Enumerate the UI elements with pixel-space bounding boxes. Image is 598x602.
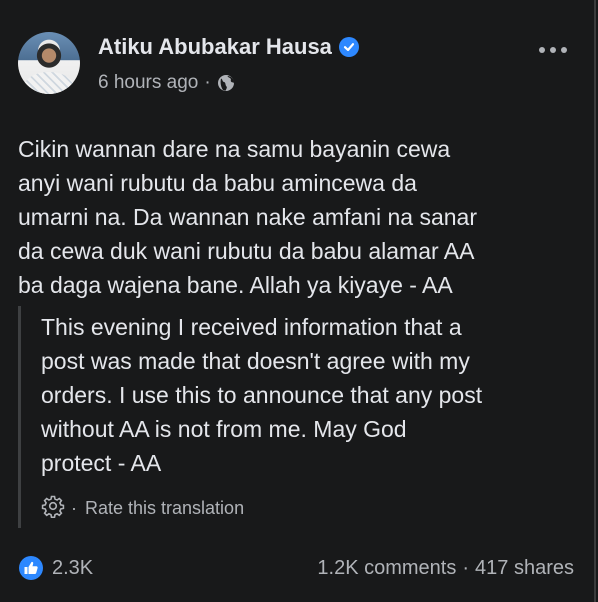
post-meta: 6 hours ago · [98, 72, 235, 94]
reaction-count[interactable]: 2.3K [52, 557, 93, 580]
comments-count[interactable]: 1.2K comments [317, 557, 456, 579]
like-icon[interactable] [19, 556, 43, 580]
shares-count[interactable]: 417 shares [475, 557, 574, 579]
post-timestamp[interactable]: 6 hours ago [98, 72, 198, 94]
engagement-stats: 1.2K comments · 417 shares [317, 557, 574, 580]
stats-separator: · [462, 557, 470, 579]
author-name-label[interactable]: Atiku Abubakar Hausa [98, 34, 332, 59]
post-card: Atiku Abubakar Hausa 6 hours ago · Cikin… [0, 0, 596, 602]
profile-avatar[interactable] [18, 32, 80, 94]
author-name[interactable]: Atiku Abubakar Hausa [98, 34, 359, 60]
translation-block: This evening I received information that… [18, 306, 578, 528]
rate-translation[interactable]: · Rate this translation [41, 494, 244, 523]
post-body-text: Cikin wannan dare na samu bayanin cewa a… [18, 136, 478, 298]
translation-text: This evening I received information that… [41, 314, 483, 476]
rate-translation-label[interactable]: Rate this translation [85, 498, 244, 519]
verified-badge-icon [338, 37, 359, 57]
gear-icon[interactable] [41, 494, 65, 523]
globe-icon[interactable] [217, 74, 235, 92]
rate-separator: · [71, 498, 77, 518]
more-options-icon[interactable] [538, 42, 568, 53]
meta-separator: · [204, 72, 211, 93]
